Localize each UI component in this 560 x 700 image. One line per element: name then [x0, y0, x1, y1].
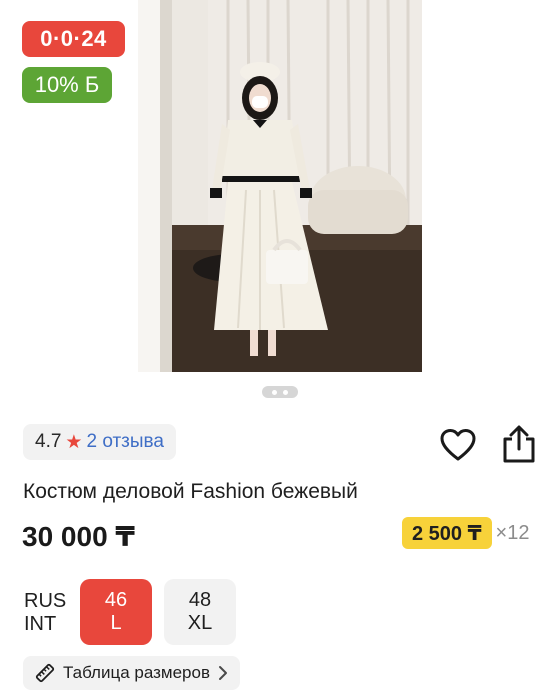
- product-photo[interactable]: [138, 0, 422, 372]
- ruler-icon: [35, 663, 55, 683]
- size-int-value: XL: [187, 612, 213, 634]
- bonus-badge: 10% Б: [22, 67, 112, 103]
- size-option-46[interactable]: 46 L: [80, 579, 152, 645]
- product-gallery[interactable]: 0·0·24 10% Б: [0, 0, 560, 372]
- size-system-rus: RUS: [24, 590, 67, 612]
- star-icon: ★: [65, 431, 83, 453]
- size-system-labels: RUS INT: [24, 590, 66, 636]
- installment-badge: 0·0·24: [22, 21, 125, 57]
- chevron-right-icon: [218, 665, 228, 681]
- rating-chip[interactable]: 4.7 ★ 2 отзыва: [23, 424, 176, 460]
- monthly-payment-chip[interactable]: 2 500 ₸: [402, 517, 492, 549]
- size-system-int: INT: [24, 613, 57, 635]
- size-int-value: L: [110, 612, 122, 634]
- share-icon[interactable]: [500, 424, 538, 464]
- installment-offer[interactable]: 2 500 ₸ ×12: [402, 517, 529, 549]
- installment-months: ×12: [495, 521, 530, 544]
- product-price: 30 000 ₸: [22, 521, 135, 552]
- rating-value: 4.7: [35, 431, 62, 452]
- size-option-48[interactable]: 48 XL: [164, 579, 236, 645]
- product-title: Костюм деловой Fashion бежевый: [23, 480, 358, 503]
- size-table-button[interactable]: Таблица размеров: [23, 656, 240, 690]
- size-rus-value: 46: [104, 589, 128, 611]
- reviews-link[interactable]: 2 отзыва: [86, 431, 164, 453]
- size-table-label: Таблица размеров: [63, 663, 210, 682]
- pager-dot[interactable]: [272, 389, 277, 395]
- product-photo-illustration: [138, 0, 422, 372]
- pager-dot-active[interactable]: [283, 389, 288, 395]
- size-rus-value: 48: [188, 589, 212, 611]
- gallery-pager[interactable]: [262, 386, 298, 398]
- heart-icon[interactable]: [438, 427, 478, 463]
